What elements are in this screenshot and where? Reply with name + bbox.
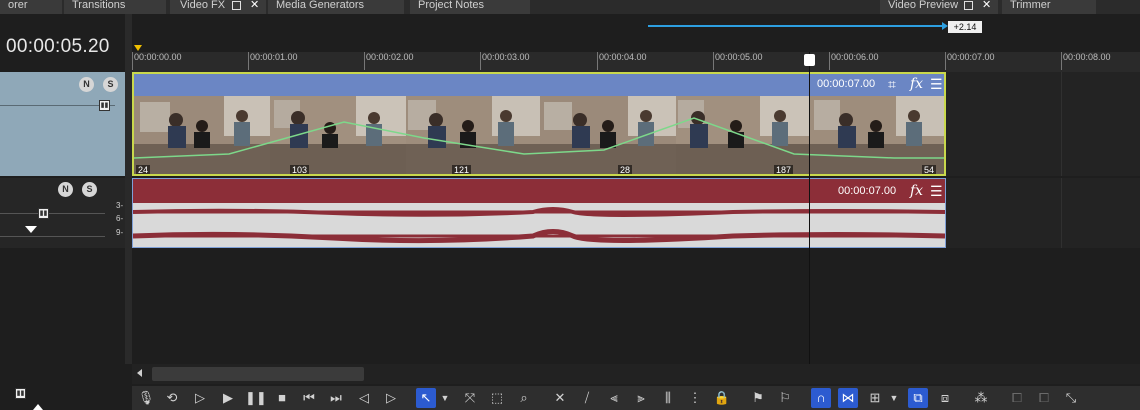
ruler-tick: 00:00:05.00: [713, 52, 763, 70]
normal-edit-tool-icon[interactable]: ↖: [416, 388, 436, 408]
tab-video-fx[interactable]: Video FX ✕: [170, 0, 266, 14]
tab-video-preview[interactable]: Video Preview ✕: [880, 0, 998, 14]
audio-track-header[interactable]: N S ▮▮: [0, 178, 125, 248]
volume-slider-track[interactable]: [0, 213, 105, 214]
triangle-up-icon: [33, 404, 43, 410]
zoom-fit-icon[interactable]: ⤡: [1061, 388, 1081, 408]
lock-icon[interactable]: 🔒: [712, 388, 732, 408]
snapping-icon[interactable]: ∩: [811, 388, 831, 408]
timeline-ruler[interactable]: 00:00:00.00 00:00:01.00 00:00:02.00 00:0…: [132, 52, 1140, 72]
panel-divider[interactable]: [125, 14, 132, 364]
docking-tab-bar: orer Transitions Video FX ✕ Media Genera…: [0, 0, 1140, 14]
level-slider-track[interactable]: [0, 105, 115, 106]
audio-waveform: [133, 207, 945, 244]
playback-rate-badge[interactable]: +2.14: [948, 21, 982, 33]
left-footer: ▮▮: [0, 364, 125, 410]
ignore-event-grouping-icon[interactable]: ⧈: [935, 388, 955, 408]
ruler-tick: 00:00:00.00: [132, 52, 182, 70]
trim-start-icon[interactable]: ⫷: [604, 388, 624, 408]
loop-playback-icon[interactable]: ⟲: [162, 388, 182, 408]
ruler-tick: 00:00:06.00: [829, 52, 879, 70]
mute-button[interactable]: N: [79, 77, 94, 92]
playhead-line[interactable]: [809, 52, 810, 364]
cursor-start-marker-icon: [134, 45, 142, 51]
volume-slider-handle[interactable]: ▮▮: [38, 208, 49, 219]
ruler-tick: 00:00:07.00: [945, 52, 995, 70]
play-icon[interactable]: ▶: [218, 388, 238, 408]
fx-icon[interactable]: fx: [910, 77, 923, 91]
maximize-icon[interactable]: [964, 1, 973, 10]
ruler-tick: 00:00:03.00: [480, 52, 530, 70]
channel-label: 3-: [116, 201, 124, 210]
play-from-start-icon[interactable]: ▷: [190, 388, 210, 408]
stop-icon[interactable]: ■: [272, 388, 292, 408]
insert-marker-icon[interactable]: ⚑: [748, 388, 768, 408]
pan-crop-icon[interactable]: ⧠: [1007, 388, 1027, 408]
next-frame-icon[interactable]: ▷: [381, 388, 401, 408]
tab-explorer[interactable]: orer: [0, 0, 62, 14]
fx-icon[interactable]: fx: [910, 184, 923, 198]
pan-slider-handle[interactable]: [25, 226, 37, 233]
pan-slider-track[interactable]: [0, 236, 105, 237]
record-icon[interactable]: 🎙: [136, 388, 156, 408]
audio-event-duration: 00:00:07.00: [838, 185, 897, 197]
zoom-tool-icon[interactable]: ⌕: [514, 388, 534, 408]
lock-envelopes-icon[interactable]: ⧉: [908, 388, 928, 408]
empty-track-area[interactable]: [132, 248, 1140, 364]
menu-icon[interactable]: ☰: [930, 184, 943, 198]
trim-icon[interactable]: ⧸: [577, 388, 597, 408]
scrollbar-thumb[interactable]: [152, 367, 364, 381]
crop-icon[interactable]: ⌗: [888, 77, 896, 91]
audio-event[interactable]: 00:00:07.00 fx ☰: [132, 178, 946, 248]
channel-label: 6-: [116, 214, 124, 223]
zoom-slider-handle[interactable]: ▮▮: [15, 388, 26, 399]
solo-button[interactable]: S: [82, 182, 97, 197]
playhead-marker-icon[interactable]: [804, 54, 815, 66]
event-pan-crop-icon[interactable]: ⁂: [971, 388, 991, 408]
tab-project-notes[interactable]: Project Notes: [410, 0, 530, 14]
split-icon[interactable]: ⫼: [658, 388, 678, 408]
event-fx-icon[interactable]: ⧠: [1034, 388, 1054, 408]
insert-region-icon[interactable]: ⚐: [775, 388, 795, 408]
solo-button[interactable]: S: [103, 77, 118, 92]
grid-line: [1061, 178, 1062, 248]
tab-media-generators[interactable]: Media Generators: [268, 0, 404, 14]
mute-button[interactable]: N: [58, 182, 73, 197]
tab-transitions[interactable]: Transitions: [64, 0, 166, 14]
go-to-start-icon[interactable]: ⏮: [299, 388, 319, 408]
audio-event-header[interactable]: [133, 179, 945, 203]
tab-trimmer[interactable]: Trimmer: [1002, 0, 1096, 14]
chevron-down-icon[interactable]: ▼: [438, 388, 452, 408]
video-track-header[interactable]: N S ▮▮: [0, 72, 125, 176]
video-event[interactable]: 00:00:07.00 ⌗ fx ☰ 24 103 121 28 187 54: [132, 72, 946, 176]
timecode-display[interactable]: 00:00:05.20: [0, 28, 125, 66]
auto-crossfade-icon[interactable]: ⋈: [838, 388, 858, 408]
ruler-tick: 00:00:08.00: [1061, 52, 1111, 70]
grid-line: [1061, 72, 1062, 176]
previous-frame-icon[interactable]: ◁: [354, 388, 374, 408]
chevron-down-icon[interactable]: ▼: [887, 388, 901, 408]
selection-tool-icon[interactable]: ⬚: [487, 388, 507, 408]
close-icon[interactable]: ✕: [250, 0, 259, 11]
level-slider-handle[interactable]: ▮▮: [99, 100, 110, 111]
loop-region-bar[interactable]: [648, 25, 946, 27]
pause-icon[interactable]: ❚❚: [245, 388, 267, 408]
envelope-tool-icon[interactable]: ⤧: [460, 388, 480, 408]
ruler-tick: 00:00:02.00: [364, 52, 414, 70]
maximize-icon[interactable]: [232, 1, 241, 10]
go-to-end-icon[interactable]: ⏭: [326, 388, 346, 408]
menu-icon[interactable]: ☰: [930, 77, 943, 91]
scroll-left-icon[interactable]: [137, 369, 142, 377]
delete-icon[interactable]: ✕: [550, 388, 570, 408]
ignore-grouping-icon[interactable]: ⋮: [685, 388, 705, 408]
close-icon[interactable]: ✕: [982, 0, 991, 11]
envelope-curve[interactable]: [134, 96, 944, 176]
ripple-edit-icon[interactable]: ⊞: [865, 388, 885, 408]
ruler-tick: 00:00:04.00: [597, 52, 647, 70]
video-event-duration: 00:00:07.00: [817, 78, 876, 90]
channel-label: 9-: [116, 228, 124, 237]
ruler-tick: 00:00:01.00: [248, 52, 298, 70]
trim-end-icon[interactable]: ⫸: [631, 388, 651, 408]
